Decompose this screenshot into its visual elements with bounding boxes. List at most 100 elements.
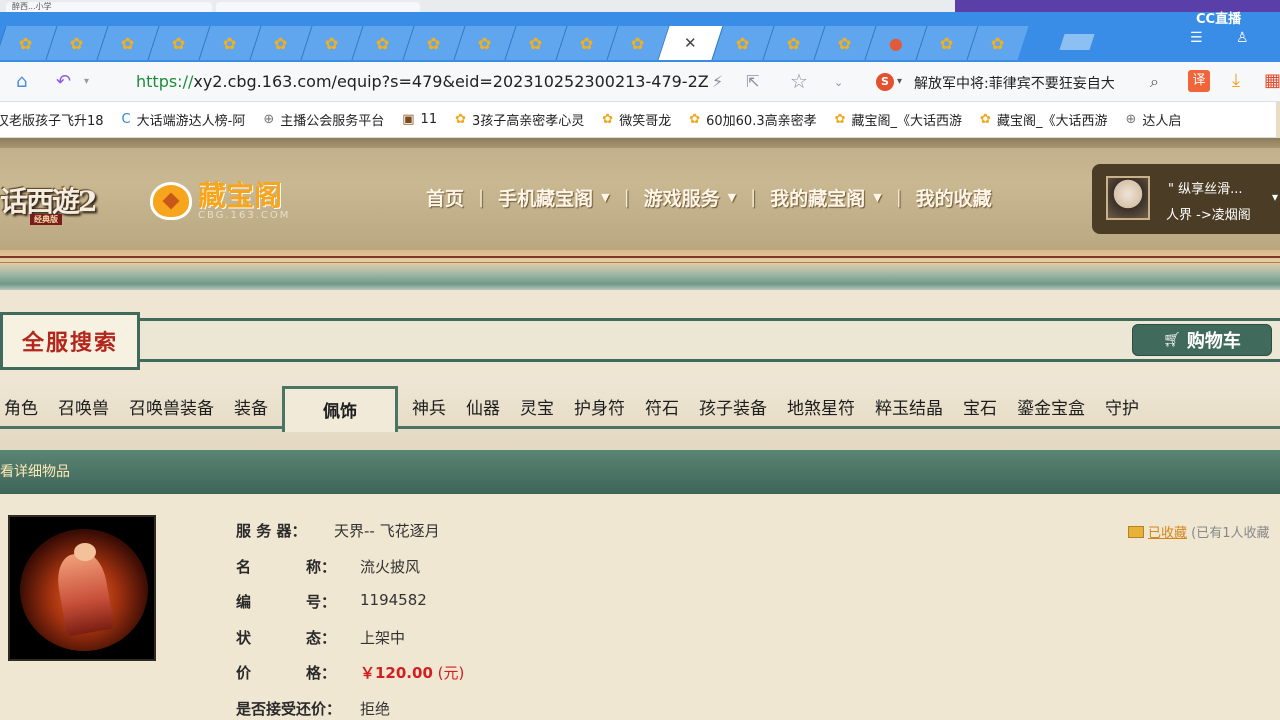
detail-header-bar: 看详细物品 xyxy=(0,450,1280,494)
cart-button[interactable]: 🛒︎ 购物车 xyxy=(1132,324,1272,356)
category-tab[interactable]: 鎏金宝盒 xyxy=(1007,396,1095,422)
id-label-a: 编 xyxy=(236,593,252,611)
translate-icon[interactable]: 译 xyxy=(1188,70,1210,92)
chevron-down-icon: ▼ xyxy=(873,191,882,204)
user-box[interactable]: " 纵享丝滑... 人界 ->凌烟阁 ▾ xyxy=(1092,164,1280,234)
bookmark-item[interactable]: ✿ 微笑哥龙 xyxy=(602,110,671,129)
bookmark-label: 微笑哥龙 xyxy=(619,114,672,129)
menu-icon[interactable]: ☰ xyxy=(1190,30,1203,46)
bookmark-label: 藏宝阁_《大话西游 xyxy=(851,114,963,129)
cart-icon: 🛒︎ xyxy=(1163,332,1181,348)
hot-search-text[interactable]: 解放军中将:菲律宾不要狂妄自大 xyxy=(914,73,1138,93)
category-tab[interactable]: 守护 xyxy=(1095,396,1149,422)
header-border xyxy=(0,138,1280,148)
nav-item[interactable]: 首页 xyxy=(426,184,464,211)
bookmark-item[interactable]: 汉老版孩子飞升18 xyxy=(0,110,104,129)
bookmarks-bar: 汉老版孩子飞升18 C 大话端游达人榜-阿 ⊕ 主播公会服务平台 ▣ 11 ✿ 3孩子高亲密孝心… xyxy=(0,102,1276,138)
category-tab[interactable]: 地煞星符 xyxy=(777,396,865,422)
url-field[interactable]: https://xy2.cbg.163.com/equip?s=479&eid=… xyxy=(136,72,709,91)
user-name[interactable]: " 纵享丝滑... xyxy=(1168,178,1243,197)
apps-icon[interactable]: ▦ xyxy=(1264,70,1280,91)
server-label: 服 务 器： xyxy=(236,522,307,540)
bookmark-label: 汉老版孩子飞升18 xyxy=(0,114,104,129)
category-tab[interactable]: 角色 xyxy=(0,396,48,422)
browser-window-tab[interactable]: 醉西...小学 xyxy=(6,2,212,12)
prop-price: 价 格： ￥120.00 (元) xyxy=(236,662,464,698)
star-icon[interactable]: ☆ xyxy=(790,69,808,93)
download-icon[interactable]: ⤓ xyxy=(1232,70,1240,91)
chevron-down-icon[interactable]: ▾ xyxy=(84,76,89,87)
bookmark-item[interactable]: ⊕ 达人启 xyxy=(1125,110,1181,129)
all-server-search-label[interactable]: 全服搜索 xyxy=(0,312,140,370)
status-value: 上架中 xyxy=(360,628,406,647)
category-tab[interactable]: 宝石 xyxy=(953,396,1007,422)
window-tab-title: 醉西...小学 xyxy=(12,2,52,11)
lightning-icon[interactable]: ⚡ xyxy=(712,72,723,91)
bookmark-item[interactable]: ✿ 藏宝阁_《大话西游 xyxy=(980,110,1107,129)
bookmark-item[interactable]: C 大话端游达人榜-阿 xyxy=(122,110,246,129)
nav-separator: | xyxy=(895,187,902,208)
nav-item[interactable]: 我的收藏 xyxy=(916,184,992,211)
search-engine-icon[interactable]: S xyxy=(876,73,894,91)
prop-bargain: 是否接受还价： 拒绝 xyxy=(236,698,464,720)
sogou-icon: ● xyxy=(889,33,903,53)
money-bag-icon xyxy=(150,182,192,220)
decorative-band xyxy=(0,250,1280,290)
status-label-a: 状 xyxy=(236,628,252,647)
category-tab[interactable]: 神兵 xyxy=(402,396,456,422)
address-bar: ⌂ ↶ ▾ https://xy2.cbg.163.com/equip?s=47… xyxy=(0,62,1280,102)
chick-icon: ✿ xyxy=(376,33,390,53)
chick-icon: ✿ xyxy=(455,112,466,127)
search-rail xyxy=(0,318,1280,362)
home-icon[interactable]: ⌂ xyxy=(16,71,27,92)
bookmark-label: 11 xyxy=(420,112,438,127)
share-icon[interactable]: ⇱ xyxy=(746,72,759,91)
chick-icon: ✿ xyxy=(689,112,701,127)
category-tab[interactable]: 粹玉结晶 xyxy=(865,396,953,422)
nav-item-label: 我的藏宝阁 xyxy=(770,188,866,210)
bookmark-label: 主播公会服务平台 xyxy=(280,114,385,129)
chevron-down-icon: ▼ xyxy=(727,191,737,204)
nav-item[interactable]: 我的藏宝阁 ▼ xyxy=(770,184,881,211)
bookmark-item[interactable]: ✿ 藏宝阁_《大话西游 xyxy=(835,110,962,129)
category-tab[interactable]: 装备 xyxy=(224,396,278,422)
category-tab[interactable]: 护身符 xyxy=(564,396,635,422)
browser-window-tab[interactable] xyxy=(216,2,420,12)
browser-topbar: 醉西...小学 xyxy=(0,0,1280,12)
browser-tab[interactable]: ✿ xyxy=(966,26,1029,60)
bookmark-item[interactable]: ✿ 3孩子高亲密孝心灵 xyxy=(455,110,584,129)
search-bar: 全服搜索 🛒︎ 购物车 xyxy=(0,290,1280,380)
url-text: xy2.cbg.163.com/equip?s=479&eid=20231025… xyxy=(193,72,709,91)
chevron-down-icon[interactable]: ▾ xyxy=(1272,190,1278,204)
main-nav: 首页 | 手机藏宝阁 ▼ | 游戏服务 ▼ | 我的藏宝阁 ▼ | 我的收藏 xyxy=(426,184,992,211)
nav-item[interactable]: 手机藏宝阁 ▼ xyxy=(498,184,609,211)
category-tab[interactable]: 召唤兽 xyxy=(48,396,119,422)
bargain-value: 拒绝 xyxy=(360,699,391,718)
new-tab-button[interactable] xyxy=(1059,34,1095,50)
nav-item-label: 游戏服务 xyxy=(643,188,720,210)
search-icon[interactable]: ⌕ xyxy=(1150,72,1159,92)
game-logo[interactable]: 话西遊2 经典版 xyxy=(0,180,97,225)
bookmark-item[interactable]: ⊕ 主播公会服务平台 xyxy=(263,110,384,129)
item-detail: 服 务 器： 天界-- 飞花逐月 名 称： 流火披风 编 号： 1194582 状 态… xyxy=(0,494,1280,720)
chevron-down-icon[interactable]: ⌄ xyxy=(834,76,843,89)
nav-item[interactable]: 游戏服务 ▼ xyxy=(644,184,736,211)
undo-icon[interactable]: ↶ xyxy=(56,71,71,92)
cbg-logo-domain: CBG.163.COM xyxy=(198,210,291,221)
game-icon: ▣ xyxy=(402,112,415,127)
category-tab[interactable]: 召唤兽装备 xyxy=(119,396,224,422)
category-tab[interactable]: 灵宝 xyxy=(510,396,564,422)
bookmark-item[interactable]: ✿ 60加60.3高亲密孝 xyxy=(689,110,816,129)
category-tab[interactable]: 符石 xyxy=(635,396,689,422)
chevron-down-icon[interactable]: ▾ xyxy=(897,76,902,87)
avatar[interactable] xyxy=(1106,176,1150,220)
chick-icon: ✿ xyxy=(19,33,33,53)
chick-icon: ✿ xyxy=(427,33,441,53)
bookmark-item[interactable]: ▣ 11 xyxy=(402,112,437,127)
category-tab[interactable]: 孩子装备 xyxy=(689,396,777,422)
chick-icon: ✿ xyxy=(991,33,1005,53)
favorited-link[interactable]: 已收藏 xyxy=(1148,526,1187,541)
category-tab[interactable]: 佩饰 xyxy=(282,386,398,432)
shirt-icon[interactable]: ♙ xyxy=(1236,30,1249,46)
category-tab[interactable]: 仙器 xyxy=(456,396,510,422)
